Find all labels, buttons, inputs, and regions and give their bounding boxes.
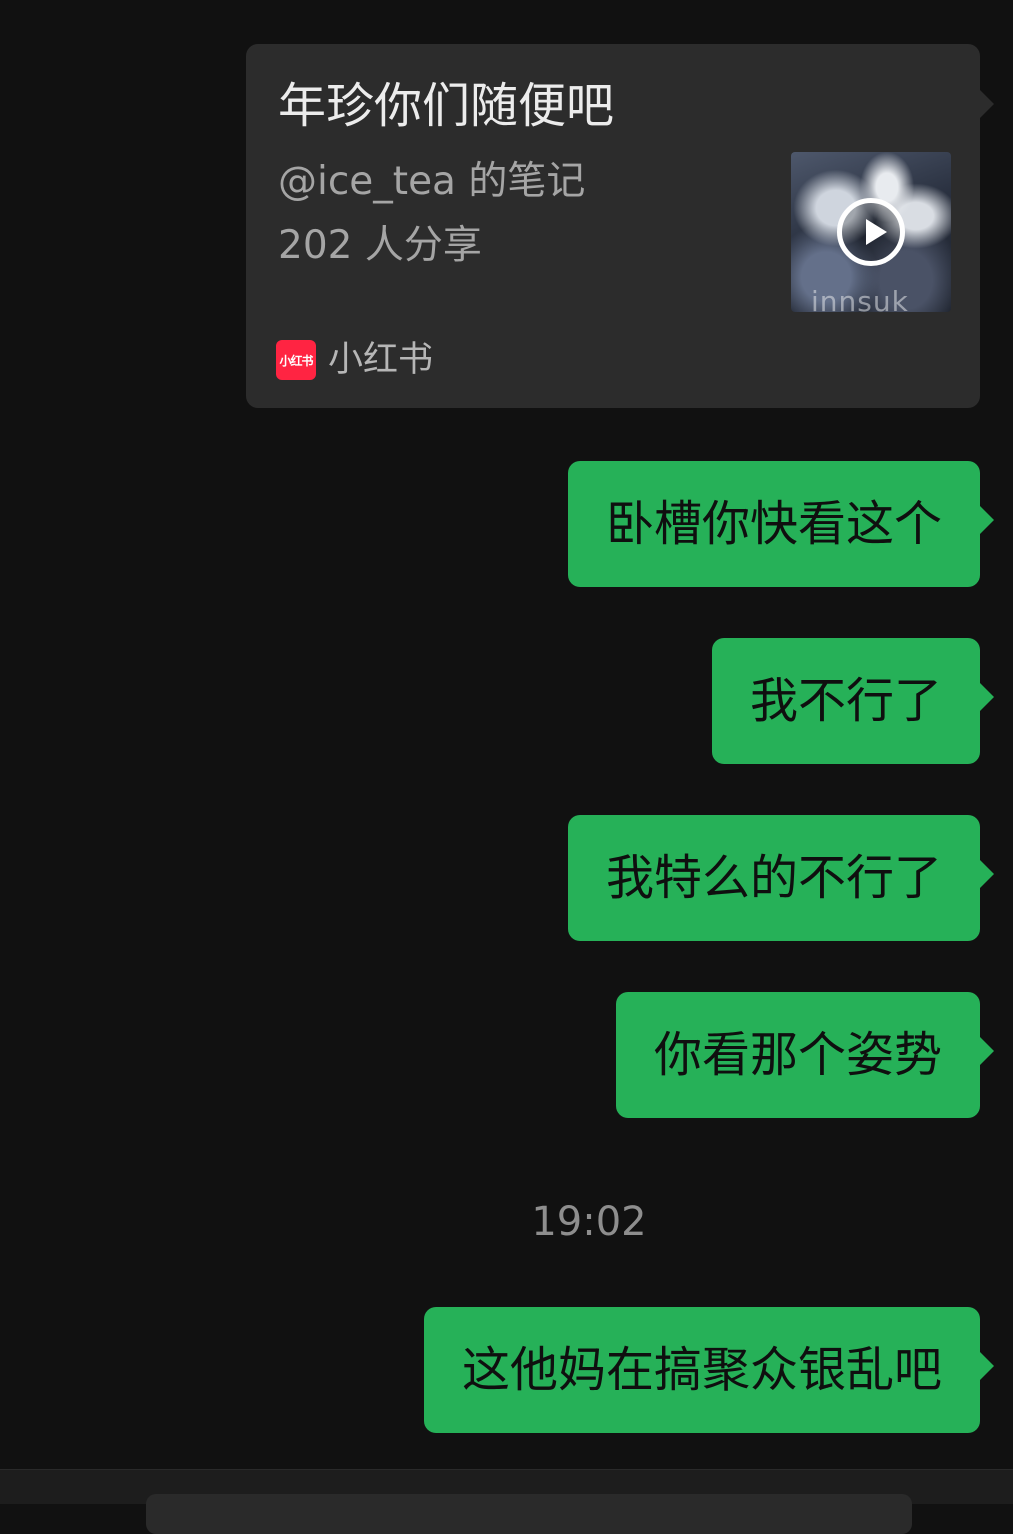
xiaohongshu-logo-icon: 小红书 — [276, 340, 316, 380]
message-input[interactable] — [146, 1494, 912, 1534]
card-source: 小红书 小红书 — [276, 340, 433, 380]
play-icon[interactable] — [837, 198, 905, 266]
source-name: 小红书 — [328, 340, 434, 380]
outgoing-message-bubble[interactable]: 这他妈在搞聚众银乱吧 — [423, 1307, 995, 1433]
video-thumbnail[interactable]: innsuk — [791, 152, 951, 312]
outgoing-message-bubble[interactable]: 我特么的不行了 — [567, 815, 995, 941]
outgoing-message-bubble[interactable]: 卧槽你快看这个 — [567, 461, 995, 587]
shared-note-card[interactable]: 年珍你们随便吧 @ice_tea 的笔记 202 人分享 innsuk 小红书 … — [246, 44, 994, 408]
outgoing-message-bubble[interactable]: 你看那个姿势 — [615, 992, 995, 1118]
thumbnail-watermark: innsuk — [811, 285, 909, 312]
card-author: @ice_tea 的笔记 — [278, 159, 586, 204]
message-timestamp: 19:02 — [531, 1199, 647, 1245]
outgoing-message-bubble[interactable]: 我不行了 — [711, 638, 995, 764]
chat-input-bar — [0, 1469, 1013, 1534]
card-share-count: 202 人分享 — [278, 223, 482, 268]
card-title: 年珍你们随便吧 — [278, 78, 615, 134]
